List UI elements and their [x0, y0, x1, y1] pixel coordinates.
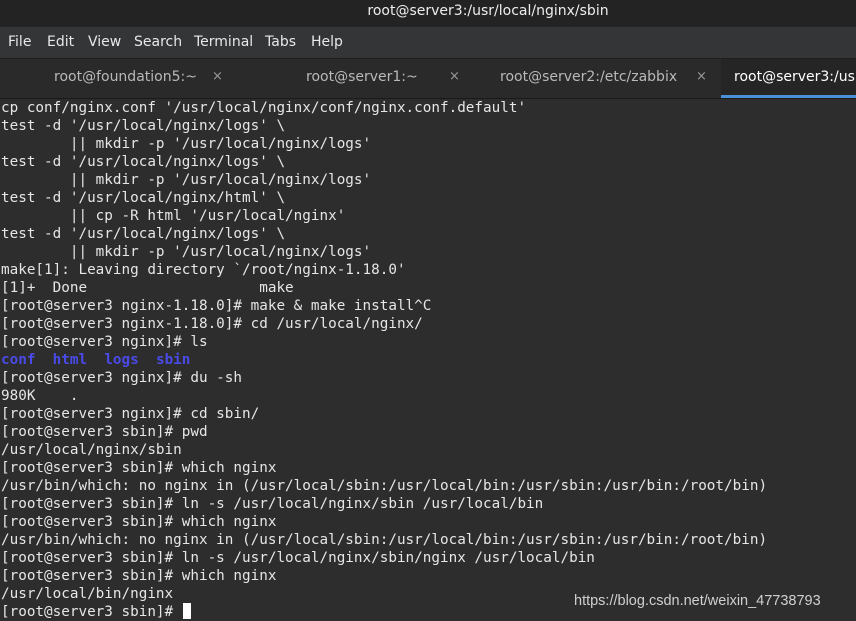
terminal-text: test -d '/usr/local/nginx/logs' \ — [1, 226, 286, 242]
terminal-text: [root@server3 sbin]# ln -s /usr/local/ng… — [1, 550, 595, 566]
tab-server1[interactable]: root@server1:~ × — [240, 59, 480, 98]
directory-entry: sbin — [155, 352, 191, 368]
terminal-text: [root@server3 nginx]# ls — [1, 334, 208, 350]
terminal-line: [root@server3 sbin]# — [1, 603, 191, 621]
active-tab-indicator — [721, 95, 856, 98]
terminal-line: /usr/bin/which: no nginx in (/usr/local/… — [1, 531, 767, 549]
terminal-line: /usr/local/nginx/sbin — [1, 441, 182, 459]
tab-label: root@server2:/etc/zabbix — [500, 69, 678, 85]
terminal-line: [1]+ Done make — [1, 279, 294, 297]
terminal-line: [root@server3 sbin]# ln -s /usr/local/ng… — [1, 549, 595, 567]
terminal-line: [root@server3 sbin]# which nginx — [1, 513, 276, 531]
menu-terminal[interactable]: Terminal — [194, 34, 253, 50]
terminal-text: || mkdir -p '/usr/local/nginx/logs' — [1, 172, 372, 188]
terminal-line: 980K . — [1, 387, 78, 405]
directory-entry: conf — [1, 352, 36, 368]
terminal-text: || cp -R html '/usr/local/nginx' — [1, 208, 346, 224]
terminal-text: [root@server3 nginx]# du -sh — [1, 370, 243, 386]
menu-edit[interactable]: Edit — [47, 34, 74, 50]
menu-tabs[interactable]: Tabs — [265, 34, 296, 50]
tab-bar: root@foundation5:~ × root@server1:~ × ro… — [0, 59, 856, 99]
menu-search[interactable]: Search — [134, 34, 182, 50]
terminal-line: [root@server3 nginx]# du -sh — [1, 369, 242, 387]
terminal-line: /usr/bin/which: no nginx in (/usr/local/… — [1, 477, 767, 495]
terminal-text: [root@server3 sbin]# which nginx — [1, 460, 277, 476]
window-title: root@server3:/usr/local/nginx/sbin — [367, 3, 609, 19]
tab-label: root@foundation5:~ — [54, 69, 197, 85]
terminal-text: [root@server3 sbin]# ln -s /usr/local/ng… — [1, 496, 544, 512]
terminal-line: test -d '/usr/local/nginx/logs' \ — [1, 153, 285, 171]
terminal-line: [root@server3 sbin]# which nginx — [1, 459, 276, 477]
menu-help[interactable]: Help — [311, 34, 343, 50]
tab-foundation5[interactable]: root@foundation5:~ × — [0, 59, 240, 98]
terminal-text: cp conf/nginx.conf '/usr/local/nginx/con… — [1, 100, 527, 116]
menu-bar: File Edit View Search Terminal Tabs Help — [0, 27, 856, 59]
terminal-text: /usr/bin/which: no nginx in (/usr/local/… — [1, 478, 768, 494]
terminal-line: [root@server3 nginx-1.18.0]# cd /usr/loc… — [1, 315, 423, 333]
terminal-text: [root@server3 nginx-1.18.0]# cd /usr/loc… — [1, 316, 423, 332]
terminal-line: [root@server3 sbin]# pwd — [1, 423, 208, 441]
tab-close-icon[interactable]: × — [212, 59, 223, 95]
directory-entry: logs — [104, 352, 139, 368]
terminal-text: || mkdir -p '/usr/local/nginx/logs' — [1, 136, 372, 152]
tab-server2[interactable]: root@server2:/etc/zabbix × — [480, 59, 721, 98]
tab-server3-active[interactable]: root@server3:/usr/local/nginx/sbin — [721, 59, 856, 98]
tab-label: root@server1:~ — [306, 69, 418, 85]
terminal-text: [root@server3 nginx]# cd sbin/ — [1, 406, 260, 422]
terminal-text: /usr/local/nginx/sbin — [1, 442, 182, 458]
terminal-text: [root@server3 sbin]# which nginx — [1, 514, 277, 530]
terminal-line: test -d '/usr/local/nginx/logs' \ — [1, 225, 285, 243]
terminal-output[interactable]: cp conf/nginx.conf '/usr/local/nginx/con… — [0, 99, 856, 621]
terminal-text: /usr/bin/which: no nginx in (/usr/local/… — [1, 532, 768, 548]
tab-label: root@server3:/usr/local/nginx/sbin — [734, 69, 856, 85]
terminal-line: /usr/local/bin/nginx — [1, 585, 173, 603]
terminal-line: test -d '/usr/local/nginx/html' \ — [1, 189, 285, 207]
tab-close-icon[interactable]: × — [449, 59, 460, 95]
terminal-text: [1]+ Done make — [1, 280, 294, 296]
terminal-line: make[1]: Leaving directory `/root/nginx-… — [1, 261, 406, 279]
terminal-line: [root@server3 sbin]# ln -s /usr/local/ng… — [1, 495, 543, 513]
terminal-text: make[1]: Leaving directory `/root/nginx-… — [1, 262, 406, 278]
terminal-line: cp conf/nginx.conf '/usr/local/nginx/con… — [1, 99, 526, 117]
terminal-cursor — [182, 603, 191, 619]
terminal-text: [root@server3 sbin]# pwd — [1, 424, 208, 440]
terminal-text: [root@server3 sbin]# — [1, 604, 182, 620]
terminal-text: test -d '/usr/local/nginx/logs' \ — [1, 154, 286, 170]
terminal-text: [root@server3 nginx-1.18.0]# make & make… — [1, 298, 432, 314]
terminal-text: || mkdir -p '/usr/local/nginx/logs' — [1, 244, 372, 260]
menu-view[interactable]: View — [88, 34, 121, 50]
terminal-line: [root@server3 nginx]# ls — [1, 333, 208, 351]
terminal-line: || mkdir -p '/usr/local/nginx/logs' — [1, 171, 371, 189]
terminal-line: [root@server3 nginx]# cd sbin/ — [1, 405, 259, 423]
terminal-text: [root@server3 sbin]# which nginx — [1, 568, 277, 584]
terminal-line: test -d '/usr/local/nginx/logs' \ — [1, 117, 285, 135]
terminal-line: || cp -R html '/usr/local/nginx' — [1, 207, 345, 225]
terminal-line: conf html logs sbin — [1, 351, 190, 369]
terminal-text: 980K . — [1, 388, 79, 404]
window-titlebar: root@server3:/usr/local/nginx/sbin — [0, 0, 856, 27]
terminal-text: /usr/local/bin/nginx — [1, 586, 174, 602]
terminal-text: test -d '/usr/local/nginx/logs' \ — [1, 118, 286, 134]
directory-entry: html — [52, 352, 88, 368]
terminal-line: [root@server3 sbin]# which nginx — [1, 567, 276, 585]
terminal-line: || mkdir -p '/usr/local/nginx/logs' — [1, 135, 371, 153]
terminal-line: || mkdir -p '/usr/local/nginx/logs' — [1, 243, 371, 261]
terminal-line: [root@server3 nginx-1.18.0]# make & make… — [1, 297, 431, 315]
terminal-text: test -d '/usr/local/nginx/html' \ — [1, 190, 286, 206]
tab-close-icon[interactable]: × — [696, 59, 707, 95]
menu-file[interactable]: File — [8, 34, 31, 50]
watermark-text: https://blog.csdn.net/weixin_47738793 — [574, 593, 821, 609]
